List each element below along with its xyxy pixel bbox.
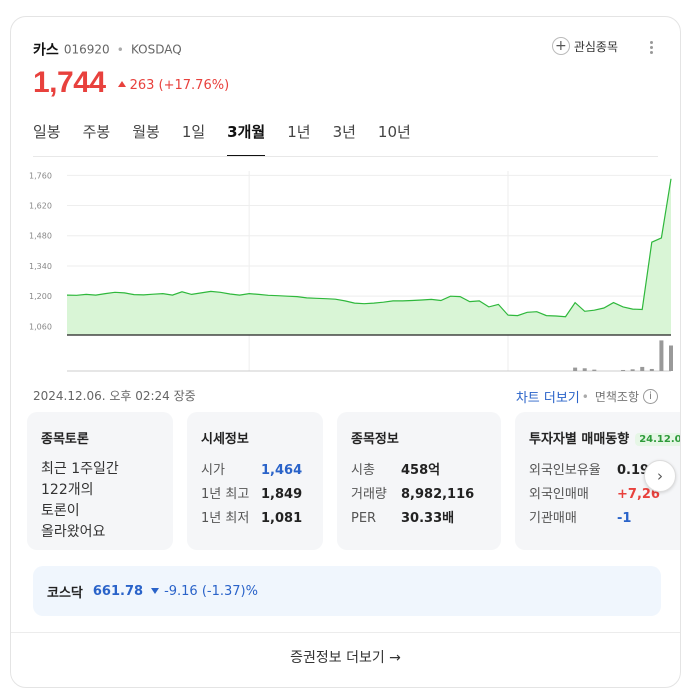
tab-weekly[interactable]: 주봉	[83, 121, 111, 157]
info-row: PER 30.33배	[351, 507, 487, 531]
volume-bar	[630, 369, 635, 371]
discussion-box[interactable]: 종목토론 최근 1주일간 122개의 토론이 올라왔어요	[27, 412, 173, 550]
info-key: 거래량	[351, 487, 387, 502]
quote-key: 시가	[201, 463, 225, 478]
stock-info-box[interactable]: 종목정보 시총 458억 거래량 8,982,116 PER 30.33배	[337, 412, 501, 550]
investor-value: -1	[617, 511, 632, 526]
period-tabs: 일봉 주봉 월봉 1일 3개월 1년 3년 10년	[33, 121, 433, 157]
volume-bar	[669, 345, 673, 371]
index-value: 661.78	[92, 583, 144, 599]
investor-row: 기관매매 -1	[529, 507, 680, 531]
tab-1day[interactable]: 1일	[182, 121, 205, 157]
info-value: 458억	[401, 463, 441, 478]
footer-divider	[11, 632, 680, 633]
box-title: 종목정보	[351, 432, 399, 447]
y-tick-label: 1,760	[29, 171, 52, 180]
index-name: 코스닥	[47, 585, 83, 601]
triangle-up-icon	[117, 80, 126, 87]
price-area	[67, 178, 671, 335]
stock-card: 카스 016920 • KOSDAQ + 관심종목 1,744 263 (+17…	[10, 16, 681, 688]
market-index-bar[interactable]: 코스닥 661.78 -9.16 (-1.37)%	[33, 566, 661, 616]
box-title: 투자자별 매매동향 24.12.05	[529, 428, 680, 447]
price-chart[interactable]: 1,760 1,620 1,480 1,340 1,200 1,060 10/02 11/01…	[25, 165, 675, 375]
change-percent: (+17.76%)	[158, 77, 230, 93]
quote-key: 1년 최고	[201, 487, 250, 502]
y-tick-label: 1,200	[29, 292, 52, 301]
info-row: 시총 458억	[351, 459, 487, 483]
stock-code: 016920	[63, 42, 110, 57]
index-change: -9.16 (-1.37)%	[164, 583, 258, 599]
info-key: PER	[351, 511, 377, 526]
investor-key: 외국인매매	[529, 487, 589, 502]
quote-value: 1,849	[261, 487, 303, 502]
watchlist-button[interactable]: + 관심종목	[551, 37, 618, 55]
info-row: 거래량 8,982,116	[351, 483, 487, 507]
discussion-line: 토론이	[41, 503, 80, 519]
stock-header: 카스 016920 • KOSDAQ + 관심종목	[33, 37, 658, 59]
timestamp: 2024.12.06. 오후 02:24 장중	[33, 389, 196, 403]
y-tick-label: 1,060	[29, 322, 52, 331]
chart-more-link[interactable]: 차트 더보기	[516, 387, 580, 406]
separator-dot: •	[581, 389, 589, 404]
watchlist-label: 관심종목	[573, 39, 618, 54]
x-tick-label: 10/02	[238, 374, 261, 375]
info-icon[interactable]: i	[643, 389, 658, 404]
current-price: 1,744	[33, 66, 106, 99]
discussion-line: 122개의	[41, 482, 94, 498]
quote-key: 1년 최저	[201, 511, 250, 526]
volume-bar	[640, 366, 645, 371]
investor-title: 투자자별 매매동향	[529, 432, 630, 447]
date-badge: 24.12.05	[635, 433, 680, 446]
separator-dot: •	[116, 42, 124, 57]
quote-row: 1년 최고 1,849	[201, 483, 309, 507]
chevron-right-icon: ›	[657, 467, 663, 485]
tab-daily[interactable]: 일봉	[33, 121, 61, 157]
price-row: 1,744 263 (+17.76%)	[33, 63, 229, 103]
x-tick-label: 11/01	[496, 374, 519, 375]
info-carousel: 종목토론 최근 1주일간 122개의 토론이 올라왔어요 시세정보 시가 1,4…	[27, 412, 680, 550]
y-tick-label: 1,340	[29, 262, 52, 271]
info-key: 시총	[351, 463, 375, 478]
investor-key: 외국인보유율	[529, 463, 601, 478]
tab-divider	[33, 156, 658, 157]
carousel-next-button[interactable]: ›	[644, 460, 676, 492]
tab-3month[interactable]: 3개월	[227, 121, 266, 157]
investor-key: 기관매매	[529, 511, 577, 526]
info-value: 30.33배	[401, 511, 455, 526]
more-options-icon[interactable]	[644, 39, 658, 57]
price-change: 263 (+17.76%)	[117, 77, 230, 93]
y-tick-label: 1,480	[29, 232, 52, 241]
quote-value: 1,081	[261, 511, 303, 526]
disclaimer-link[interactable]: 면책조항	[595, 388, 639, 405]
tab-monthly[interactable]: 월봉	[132, 121, 160, 157]
volume-bar	[621, 369, 626, 371]
quote-value: 1,464	[261, 463, 303, 478]
volume-bar	[592, 369, 597, 371]
quote-box[interactable]: 시세정보 시가 1,464 1년 최고 1,849 1년 최저 1,081	[187, 412, 323, 550]
discussion-line: 올라왔어요	[41, 524, 106, 540]
timestamp-row: 2024.12.06. 오후 02:24 장중 차트 더보기 • 면책조항 i	[33, 387, 658, 407]
y-tick-label: 1,620	[29, 202, 52, 211]
tab-1year[interactable]: 1년	[287, 121, 310, 157]
volume-bar	[582, 368, 587, 371]
volume-bar	[659, 340, 664, 371]
quote-row: 시가 1,464	[201, 459, 309, 483]
discussion-line: 최근 1주일간	[41, 461, 119, 477]
tab-3year[interactable]: 3년	[333, 121, 356, 157]
volume-bar	[573, 367, 578, 371]
market-name: KOSDAQ	[130, 42, 182, 57]
box-title: 종목토론	[41, 432, 89, 447]
box-title: 시세정보	[201, 432, 249, 447]
info-value: 8,982,116	[401, 487, 475, 502]
triangle-down-icon	[151, 588, 160, 594]
change-amount: 263	[129, 77, 155, 93]
stock-name[interactable]: 카스	[33, 43, 59, 59]
more-securities-link[interactable]: 증권정보 더보기 →	[11, 647, 680, 667]
volume-bar	[649, 368, 654, 371]
discussion-text: 최근 1주일간 122개의 토론이 올라왔어요	[41, 459, 159, 543]
tab-10year[interactable]: 10년	[378, 121, 411, 157]
plus-circle-icon: +	[551, 37, 570, 55]
quote-row: 1년 최저 1,081	[201, 507, 309, 531]
